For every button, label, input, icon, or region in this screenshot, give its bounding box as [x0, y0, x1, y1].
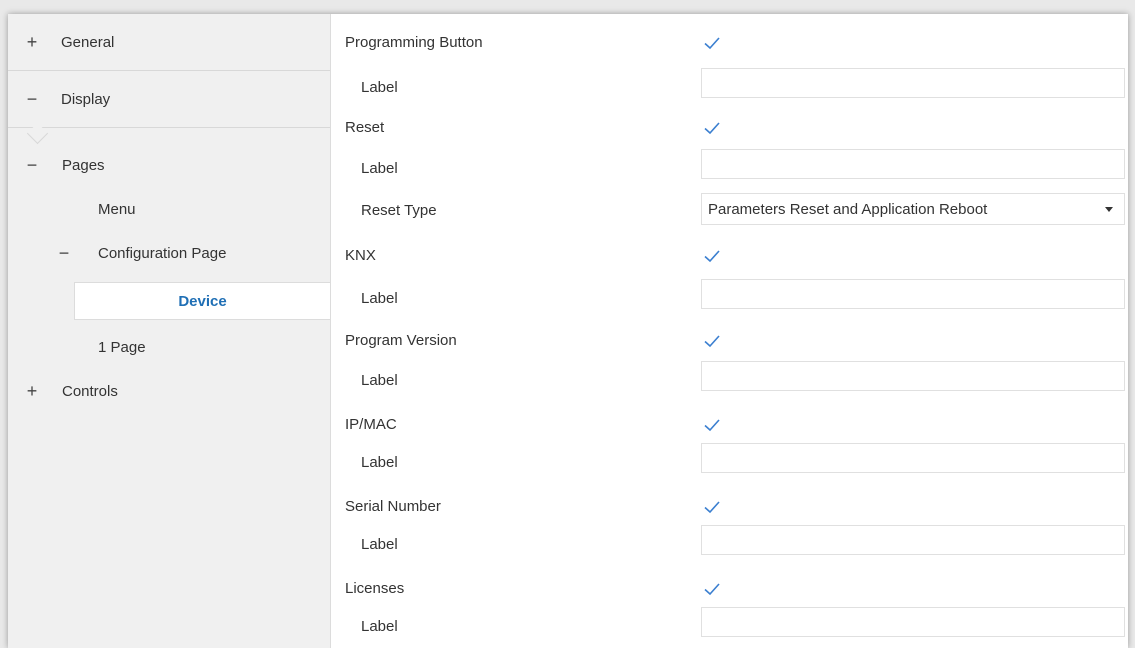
tree-item-1-page[interactable]: 1 Page	[98, 332, 146, 362]
tree-item-label: Device	[178, 292, 227, 310]
tree-item-label: Pages	[62, 156, 105, 174]
row-licenses-label: Label	[331, 606, 1128, 646]
field-label: Serial Number	[345, 498, 441, 515]
row-ip-mac-label: Label	[331, 442, 1128, 482]
collapse-icon[interactable]: −	[25, 89, 39, 110]
field-label: Licenses	[345, 580, 405, 597]
app-window: + General − Display − Pages Menu − Confi…	[8, 14, 1128, 648]
expand-icon[interactable]: +	[25, 32, 39, 53]
tree-item-configuration-page[interactable]: − Configuration Page	[57, 238, 227, 268]
collapse-icon[interactable]: −	[25, 155, 39, 176]
field-label: Reset	[345, 119, 385, 136]
row-programming-button-label: Label	[331, 67, 1128, 107]
field-label: Label	[361, 454, 398, 471]
tree-item-pages[interactable]: − Pages	[25, 150, 105, 180]
field-label: Label	[361, 79, 398, 96]
sidebar-section-label: General	[61, 33, 115, 51]
field-label: Label	[361, 290, 398, 307]
row-knx-label: Label	[331, 278, 1128, 318]
field-label: Label	[361, 618, 398, 635]
label-text-field[interactable]	[701, 149, 1125, 179]
row-reset: Reset	[331, 109, 1128, 149]
row-licenses: Licenses	[331, 570, 1128, 610]
checkmark-icon[interactable]	[701, 578, 723, 600]
tree-item-label: Menu	[98, 200, 136, 218]
row-serial-number-label: Label	[331, 524, 1128, 564]
row-serial-number: Serial Number	[331, 488, 1128, 528]
tree-item-device-selected[interactable]: Device	[74, 282, 330, 320]
dropdown-value: Parameters Reset and Application Reboot	[708, 200, 988, 218]
checkmark-icon[interactable]	[701, 414, 723, 436]
label-text-field[interactable]	[701, 68, 1125, 98]
sidebar: + General − Display − Pages Menu − Confi…	[8, 14, 331, 648]
collapse-icon[interactable]: −	[57, 243, 71, 264]
checkmark-icon[interactable]	[701, 117, 723, 139]
checkmark-icon[interactable]	[701, 330, 723, 352]
tree-item-menu[interactable]: Menu	[98, 194, 136, 224]
field-label: Reset Type	[361, 202, 437, 219]
field-label: Program Version	[345, 332, 457, 349]
sidebar-section-display[interactable]: − Display	[8, 71, 330, 128]
field-label: Label	[361, 536, 398, 553]
row-knx: KNX	[331, 237, 1128, 277]
row-programming-button: Programming Button	[331, 24, 1128, 64]
reset-type-dropdown[interactable]: Parameters Reset and Application Reboot	[701, 193, 1125, 225]
label-text-field[interactable]	[701, 361, 1125, 391]
checkmark-icon[interactable]	[701, 245, 723, 267]
checkmark-icon[interactable]	[701, 32, 723, 54]
field-label: Label	[361, 160, 398, 177]
row-reset-type: Reset Type Parameters Reset and Applicat…	[331, 192, 1128, 232]
tree-item-controls[interactable]: + Controls	[25, 376, 118, 406]
row-program-version: Program Version	[331, 322, 1128, 362]
tree-item-label: Configuration Page	[98, 244, 227, 262]
label-text-field[interactable]	[701, 525, 1125, 555]
label-text-field[interactable]	[701, 607, 1125, 637]
tree-item-label: Controls	[62, 382, 118, 400]
tree-item-label: 1 Page	[98, 338, 146, 356]
row-ip-mac: IP/MAC	[331, 406, 1128, 446]
checkmark-icon[interactable]	[701, 496, 723, 518]
field-label: IP/MAC	[345, 416, 397, 433]
row-program-version-label: Label	[331, 360, 1128, 400]
row-reset-label: Label	[331, 148, 1128, 188]
label-text-field[interactable]	[701, 279, 1125, 309]
sidebar-section-label: Display	[61, 90, 111, 108]
label-text-field[interactable]	[701, 443, 1125, 473]
field-label: Programming Button	[345, 34, 483, 51]
parameters-panel: Programming Button Label Reset Label Res…	[331, 14, 1128, 648]
dropdown-arrow-icon[interactable]	[1104, 204, 1114, 214]
field-label: Label	[361, 372, 398, 389]
field-label: KNX	[345, 247, 376, 264]
sidebar-section-general[interactable]: + General	[8, 14, 330, 71]
expand-icon[interactable]: +	[25, 381, 39, 402]
